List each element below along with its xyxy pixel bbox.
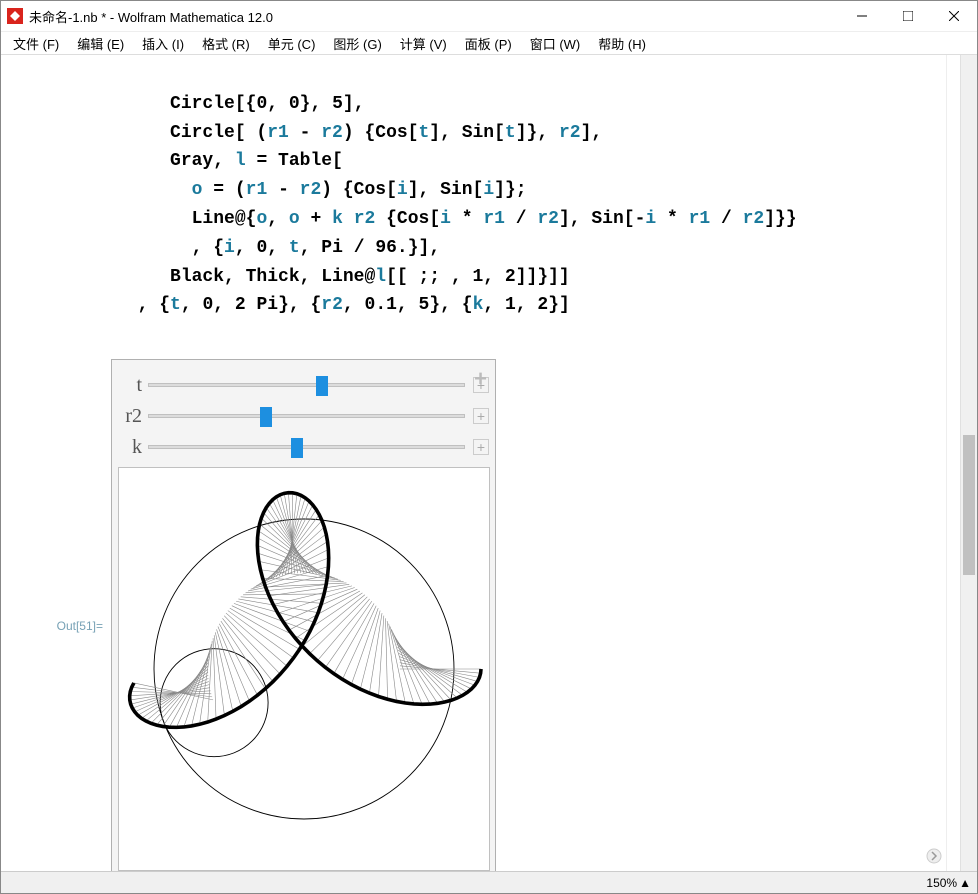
menu-edit[interactable]: 编辑 (E) <box>73 32 128 55</box>
slider-t-track[interactable] <box>148 383 465 387</box>
menu-graph[interactable]: 图形 (G) <box>329 32 385 55</box>
window-title: 未命名-1.nb * - Wolfram Mathematica 12.0 <box>29 7 273 26</box>
slider-t: t + <box>118 374 489 397</box>
cell-bracket-region[interactable] <box>946 55 960 871</box>
slider-k-expand-icon[interactable]: + <box>473 439 489 455</box>
slider-k-label: k <box>118 436 148 459</box>
slider-k-track[interactable] <box>148 445 465 449</box>
slider-t-thumb[interactable] <box>316 376 328 396</box>
close-button[interactable] <box>931 1 977 31</box>
zoom-up-icon[interactable]: ▲ <box>959 876 971 890</box>
menubar: 文件 (F) 编辑 (E) 插入 (I) 格式 (R) 单元 (C) 图形 (G… <box>1 31 977 55</box>
app-icon <box>7 8 23 24</box>
manipulate-plus-icon[interactable]: + <box>474 366 487 392</box>
code-text: Circle[{ <box>170 94 256 114</box>
slider-r2: r2 + <box>118 405 489 428</box>
slider-r2-track[interactable] <box>148 414 465 418</box>
main-window: 未命名-1.nb * - Wolfram Mathematica 12.0 文件… <box>0 0 978 894</box>
slider-r2-expand-icon[interactable]: + <box>473 408 489 424</box>
output-label: Out[51]= <box>31 619 111 633</box>
zoom-control[interactable]: 150% ▲ <box>926 876 971 890</box>
slider-k: k + <box>118 436 489 459</box>
slider-r2-thumb[interactable] <box>260 407 272 427</box>
zoom-value: 150% <box>926 876 957 890</box>
right-arrow-icon[interactable] <box>926 848 942 867</box>
titlebar[interactable]: 未命名-1.nb * - Wolfram Mathematica 12.0 <box>1 1 977 31</box>
menu-panel[interactable]: 面板 (P) <box>461 32 516 55</box>
statusbar: 150% ▲ <box>1 871 977 893</box>
menu-format[interactable]: 格式 (R) <box>198 32 254 55</box>
notebook-content[interactable]: Circle[{0, 0}, 5], Circle[ (r1 - r2) {Co… <box>1 55 946 871</box>
scrollbar-thumb[interactable] <box>963 435 975 575</box>
menu-help[interactable]: 帮助 (H) <box>594 32 650 55</box>
slider-r2-label: r2 <box>118 405 148 428</box>
minimize-button[interactable] <box>839 1 885 31</box>
menu-insert[interactable]: 插入 (I) <box>138 32 188 55</box>
vertical-scrollbar[interactable] <box>960 55 977 871</box>
slider-k-thumb[interactable] <box>291 438 303 458</box>
menu-file[interactable]: 文件 (F) <box>9 32 63 55</box>
maximize-button[interactable] <box>885 1 931 31</box>
slider-t-label: t <box>118 374 148 397</box>
hypotrochoid-graphic <box>124 474 484 864</box>
menu-window[interactable]: 窗口 (W) <box>526 32 585 55</box>
manipulate-panel: + t + r2 + <box>111 359 496 871</box>
input-cell[interactable]: Circle[{0, 0}, 5], Circle[ (r1 - r2) {Co… <box>1 55 946 349</box>
graphics-output <box>118 467 490 871</box>
menu-calc[interactable]: 计算 (V) <box>396 32 451 55</box>
menu-cell[interactable]: 单元 (C) <box>264 32 320 55</box>
